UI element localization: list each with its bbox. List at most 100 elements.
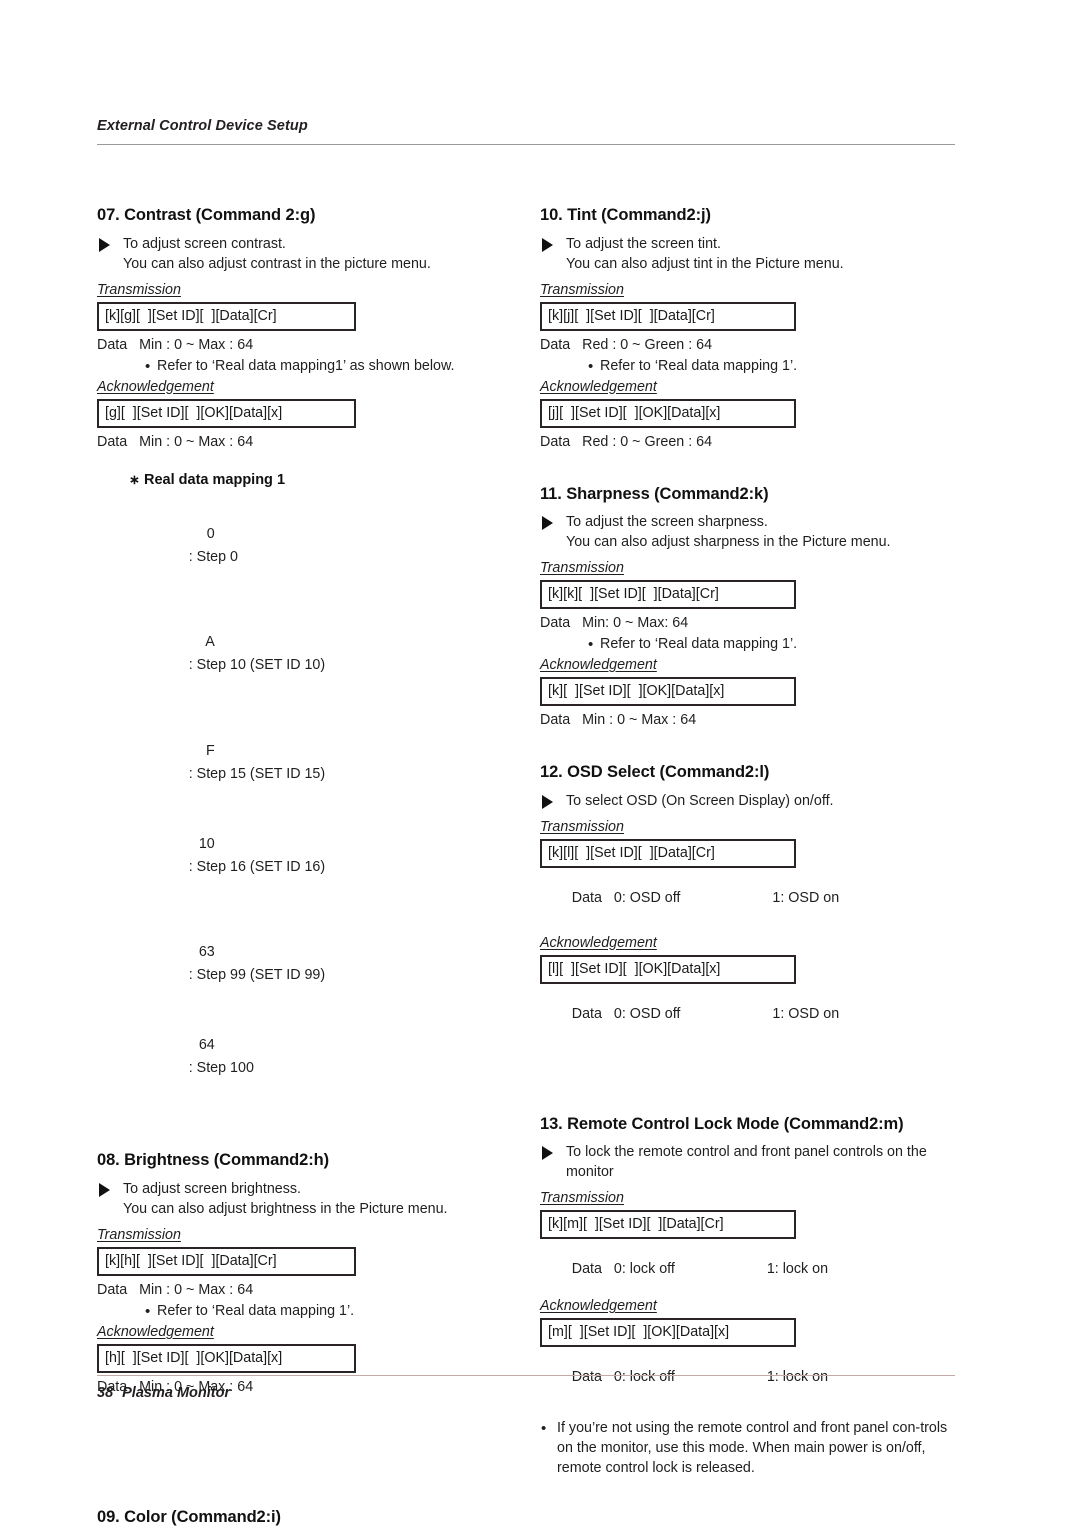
mapping-key: 0 [206, 525, 215, 542]
triangle-bullet-icon [542, 1146, 553, 1161]
transmission-data-range: Data Min : 0 ~ Max : 64 [97, 1281, 254, 1298]
real-data-mapping-title: ∗ Real data mapping 1 [97, 472, 527, 488]
section-sharpness: 11. Sharpness (Command2:k) To adjust the… [540, 484, 970, 728]
acknowledgement-data-range: Data Min : 0 ~ Max : 64 [97, 433, 254, 450]
description-line-1: To adjust the screen tint. [566, 235, 721, 252]
acknowledgement-command-box: [l][ ][Set ID][ ][OK][Data][x] [540, 954, 796, 984]
triangle-bullet-icon [99, 237, 110, 252]
section-description: To adjust the screen tint. You can also … [540, 235, 970, 274]
bullet-dot-icon: • [588, 636, 594, 654]
running-head: External Control Device Setup [97, 118, 308, 134]
transmission-label: Transmission [97, 1226, 181, 1243]
description-line-1: To adjust the screen sharpness. [566, 514, 768, 531]
transmission-data-range: Data Min : 0 ~ Max : 64 [97, 336, 254, 353]
triangle-bullet-icon [542, 794, 553, 809]
transmission-data-values: Data 0: OSD off 1: OSD on [540, 874, 970, 922]
description-line-2: You can also adjust brightness in the Pi… [123, 1200, 448, 1217]
mapping-row: 64 : Step 100 [149, 1011, 527, 1104]
mapping-value: : Step 99 (SET ID 99) [188, 967, 326, 984]
reference-note: • Refer to ‘Real data mapping 1’. [540, 636, 970, 652]
acknowledgement-command-box: [h][ ][Set ID][ ][OK][Data][x] [97, 1343, 356, 1373]
section-brightness: 08. Brightness (Command2:h) To adjust sc… [97, 1151, 527, 1395]
data-value-off: Data 0: OSD off [571, 889, 681, 906]
section-title: 07. Contrast (Command 2:g) [97, 206, 316, 224]
transmission-data-range: Data Min: 0 ~ Max: 64 [540, 615, 689, 632]
transmission-command-box: [k][g][ ][Set ID][ ][Data][Cr] [97, 301, 356, 331]
footer: 38 Plasma Monitor [97, 1385, 230, 1401]
mapping-value: : Step 0 [188, 548, 239, 565]
transmission-command-box: [k][l][ ][Set ID][ ][Data][Cr] [540, 838, 796, 868]
acknowledgement-label: Acknowledgement [540, 378, 657, 395]
left-column: 07. Contrast (Command 2:g) To adjust scr… [97, 206, 527, 1528]
mapping-row: A : Step 10 (SET ID 10) [149, 608, 527, 701]
bullet-dot-icon: • [145, 1302, 151, 1320]
acknowledgement-command-box: [k][ ][Set ID][ ][OK][Data][x] [540, 677, 796, 707]
transmission-command-box: [k][k][ ][Set ID][ ][Data][Cr] [540, 580, 796, 610]
reference-note: • Refer to ‘Real data mapping 1’. [97, 1303, 527, 1319]
section-description: To lock the remote control and front pan… [540, 1143, 970, 1182]
mapping-row: 0 : Step 0 [149, 500, 527, 593]
section-title: 11. Sharpness (Command2:k) [540, 484, 769, 503]
section-title: 10. Tint (Command2:j) [540, 206, 711, 224]
transmission-command-box: [k][m][ ][Set ID][ ][Data][Cr] [540, 1210, 796, 1240]
book-title: Plasma Monitor [122, 1385, 231, 1401]
triangle-bullet-icon [542, 516, 553, 531]
right-column: 10. Tint (Command2:j) To adjust the scre… [540, 206, 970, 1478]
data-value-on: 1: OSD on [772, 1005, 840, 1022]
triangle-bullet-icon [542, 237, 553, 252]
transmission-command-box: [k][j][ ][Set ID][ ][Data][Cr] [540, 301, 796, 331]
real-data-mapping-list: 0 : Step 0 A : Step 10 (SET ID 10) F : S… [97, 500, 527, 1104]
data-value-off: Data 0: lock off [571, 1369, 675, 1386]
mapping-value: : Step 100 [188, 1059, 254, 1076]
transmission-label: Transmission [540, 1190, 624, 1207]
transmission-label: Transmission [97, 281, 181, 298]
acknowledgement-command-box: [g][ ][Set ID][ ][OK][Data][x] [97, 398, 356, 428]
bullet-dot-icon: • [541, 1420, 547, 1438]
description-line-2: monitor [566, 1164, 614, 1181]
acknowledgement-data-values: Data 0: OSD off 1: OSD on [540, 990, 970, 1038]
transmission-label: Transmission [540, 281, 624, 298]
data-value-on: 1: lock on [766, 1369, 829, 1386]
mapping-row: 63 : Step 99 (SET ID 99) [149, 918, 527, 1011]
mapping-key: A [205, 634, 215, 651]
data-value-off: Data 0: OSD off [571, 1005, 681, 1022]
document-page: External Control Device Setup 07. Contra… [0, 0, 1080, 1528]
section-description: To select OSD (On Screen Display) on/off… [540, 792, 970, 811]
description-line-2: You can also adjust contrast in the pict… [123, 255, 431, 272]
data-value-on: 1: OSD on [772, 889, 840, 906]
section-remote-control-lock-mode: 13. Remote Control Lock Mode (Command2:m… [540, 1115, 970, 1479]
mapping-value: : Step 15 (SET ID 15) [188, 766, 326, 783]
acknowledgement-label: Acknowledgement [540, 934, 657, 951]
transmission-command-box: [k][h][ ][Set ID][ ][Data][Cr] [97, 1246, 356, 1276]
transmission-label: Transmission [540, 560, 624, 577]
usage-note: • If you’re not using the remote control… [540, 1419, 957, 1478]
section-tint: 10. Tint (Command2:j) To adjust the scre… [540, 206, 970, 450]
section-color: 09. Color (Command2:i) To adjust the scr… [97, 1508, 527, 1528]
section-title: 12. OSD Select (Command2:l) [540, 763, 770, 782]
section-description: To adjust screen contrast. You can also … [97, 235, 527, 274]
section-description: To adjust the screen sharpness. You can … [540, 513, 970, 552]
description-line-2: You can also adjust sharpness in the Pic… [566, 534, 891, 551]
description-line-1: To select OSD (On Screen Display) on/off… [566, 792, 834, 809]
mapping-row: F : Step 15 (SET ID 15) [149, 717, 527, 810]
mapping-value: : Step 16 (SET ID 16) [188, 858, 326, 875]
bullet-dot-icon: • [145, 357, 151, 375]
mapping-spacer [149, 902, 527, 918]
reference-note-text: Refer to ‘Real data mapping 1’. [157, 1302, 355, 1319]
mapping-spacer [149, 592, 527, 608]
section-title: 09. Color (Command2:i) [97, 1507, 281, 1526]
data-value-off: Data 0: lock off [571, 1261, 675, 1278]
description-line-1: To lock the remote control and front pan… [566, 1144, 927, 1161]
description-line-1: To adjust screen brightness. [123, 1181, 302, 1198]
reference-note-text: Refer to ‘Real data mapping1’ as shown b… [157, 357, 455, 374]
reference-note-text: Refer to ‘Real data mapping 1’. [600, 357, 798, 374]
acknowledgement-label: Acknowledgement [540, 657, 657, 674]
transmission-data-values: Data 0: lock off 1: lock on [540, 1245, 970, 1293]
section-contrast: 07. Contrast (Command 2:g) To adjust scr… [97, 206, 527, 450]
mapping-key: 63 [198, 944, 215, 961]
